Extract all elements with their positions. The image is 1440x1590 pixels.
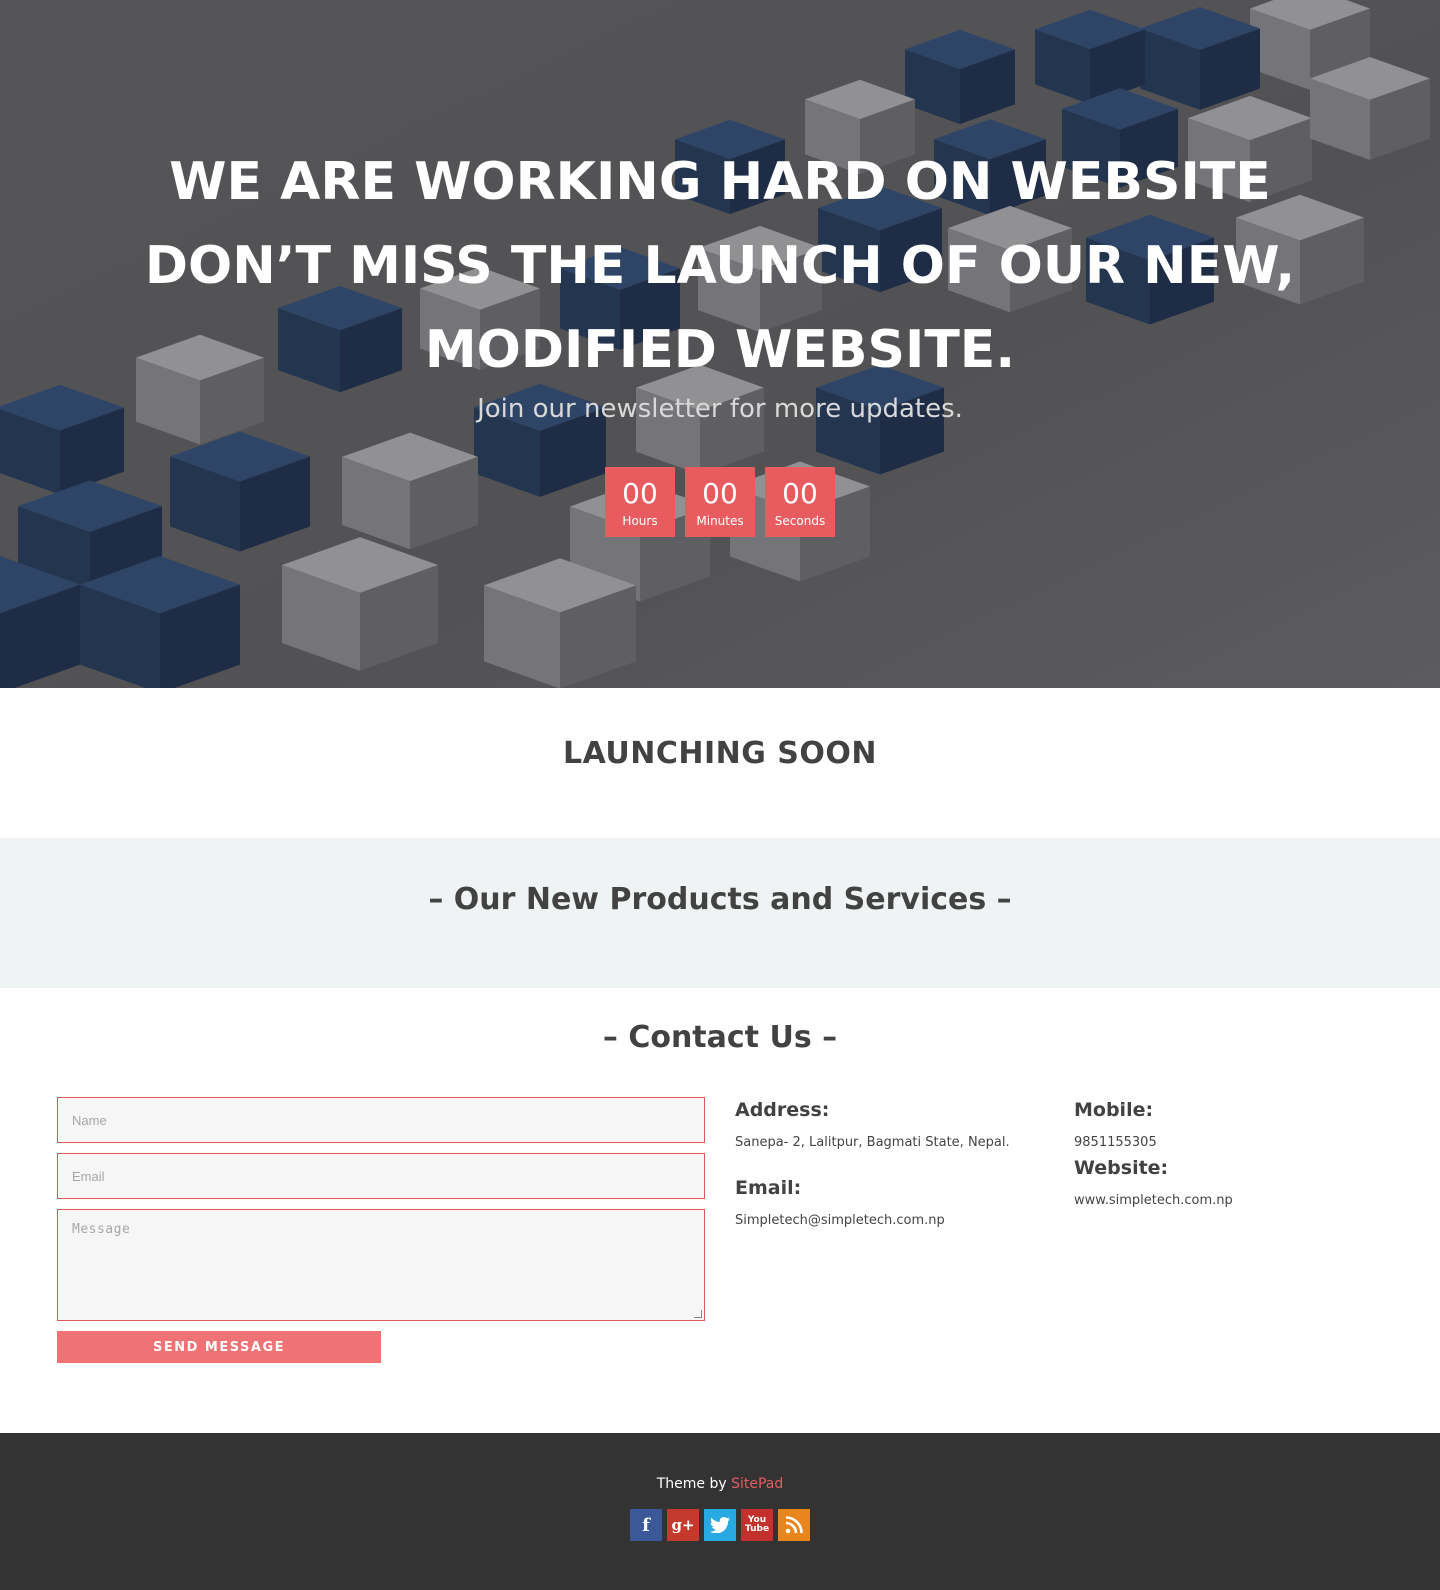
rss-icon[interactable] xyxy=(778,1509,810,1541)
hero-title-line: DON’T MISS THE LAUNCH OF OUR NEW, xyxy=(144,236,1296,296)
website-label: Website: xyxy=(1074,1157,1169,1179)
launching-heading: LAUNCHING SOON xyxy=(562,736,878,771)
facebook-icon[interactable]: f xyxy=(630,1509,662,1541)
launching-section: LAUNCHING SOON xyxy=(0,688,1440,838)
hero-section: WE ARE WORKING HARD ON WEBSITE DON’T MIS… xyxy=(0,0,1440,688)
name-input[interactable]: Name xyxy=(57,1097,705,1143)
address-label: Address: xyxy=(735,1099,830,1121)
countdown-value: 00 xyxy=(702,477,738,510)
rss-feed-icon xyxy=(785,1516,803,1534)
products-heading: – Our New Products and Services – xyxy=(428,882,1012,917)
hero-subtitle: Join our newsletter for more updates. xyxy=(477,394,963,424)
hero-title: WE ARE WORKING HARD ON WEBSITE DON’T MIS… xyxy=(120,140,1320,392)
contact-info-mobile-column: Mobile: 9851155305 Website: www.simplete… xyxy=(1074,1098,1394,1210)
countdown-value: 00 xyxy=(622,477,658,510)
social-links: f g+ You Tube xyxy=(0,1509,1440,1541)
countdown: 00 Hours 00 Minutes 00 Seconds xyxy=(0,467,1440,537)
resize-handle[interactable] xyxy=(694,1310,702,1318)
footer: Theme by SitePad f g+ You Tube xyxy=(0,1433,1440,1590)
countdown-value: 00 xyxy=(782,477,818,510)
footer-credit: Theme by SitePad xyxy=(0,1476,1440,1492)
website-value: www.simpletech.com.np xyxy=(1074,1193,1233,1208)
twitter-bird-icon xyxy=(710,1517,730,1533)
products-section: – Our New Products and Services – xyxy=(0,838,1440,988)
countdown-label: Hours xyxy=(622,514,658,528)
countdown-label: Seconds xyxy=(774,514,826,528)
sitepad-link[interactable]: SitePad xyxy=(731,1476,783,1492)
countdown-seconds: 00 Seconds xyxy=(765,467,835,537)
credit-prefix: Theme by xyxy=(656,1476,727,1492)
contact-form: Name Email Message SEND MESSAGE xyxy=(57,1097,705,1363)
mobile-label: Mobile: xyxy=(1074,1099,1154,1121)
email-label: Email: xyxy=(735,1177,802,1199)
contact-section: – Contact Us – Name Email Message SEND M… xyxy=(0,988,1440,1433)
countdown-minutes: 00 Minutes xyxy=(685,467,755,537)
address-value: Sanepa- 2, Lalitpur, Bagmati State, Nepa… xyxy=(735,1135,1010,1150)
contact-info-address-column: Address: Sanepa- 2, Lalitpur, Bagmati St… xyxy=(735,1098,1055,1230)
message-textarea[interactable]: Message xyxy=(57,1209,705,1321)
mobile-value: 9851155305 xyxy=(1074,1135,1157,1150)
countdown-label: Minutes xyxy=(696,514,744,528)
countdown-hours: 00 Hours xyxy=(605,467,675,537)
hero-content: WE ARE WORKING HARD ON WEBSITE DON’T MIS… xyxy=(0,0,1440,688)
email-value: Simpletech@simpletech.com.np xyxy=(735,1213,945,1228)
twitter-icon[interactable] xyxy=(704,1509,736,1541)
send-message-button[interactable]: SEND MESSAGE xyxy=(57,1331,381,1363)
hero-title-line: MODIFIED WEBSITE. xyxy=(424,320,1016,380)
contact-heading: – Contact Us – xyxy=(602,1020,838,1055)
google-plus-icon[interactable]: g+ xyxy=(667,1509,699,1541)
youtube-icon[interactable]: You Tube xyxy=(741,1509,773,1541)
email-input[interactable]: Email xyxy=(57,1153,705,1199)
hero-title-line: WE ARE WORKING HARD ON WEBSITE xyxy=(169,152,1271,212)
message-placeholder: Message xyxy=(72,1222,131,1237)
